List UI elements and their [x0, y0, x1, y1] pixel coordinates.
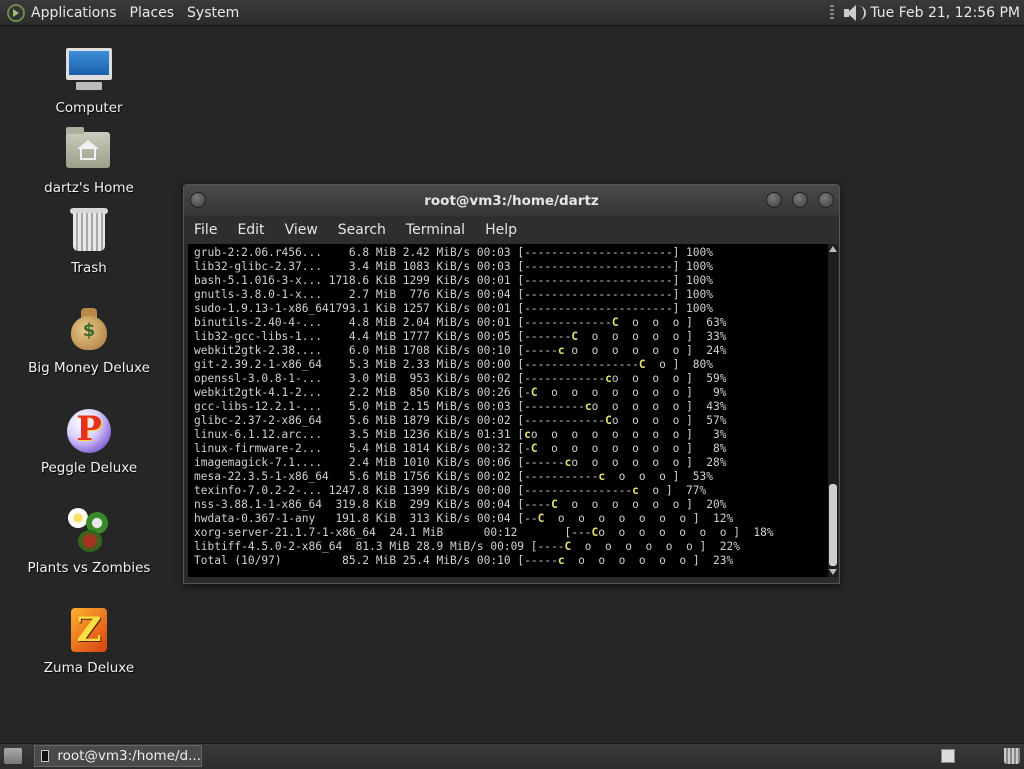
scroll-down-icon[interactable]: [829, 569, 837, 575]
terminal-line: linux-6.1.12.arc... 3.5 MiB 1236 KiB/s 0…: [194, 428, 727, 441]
desktop-icon-label: Big Money Deluxe: [28, 360, 150, 376]
workspace-switcher-icon[interactable]: [941, 749, 955, 763]
desktop-icon-big-money[interactable]: $ Big Money Deluxe: [14, 306, 164, 376]
terminal-line: hwdata-0.367-1-any 191.8 KiB 313 KiB/s 0…: [194, 512, 734, 525]
desktop-icon-label: Trash: [71, 260, 107, 276]
desktop-icon-peggle[interactable]: P Peggle Deluxe: [14, 406, 164, 476]
menu-file[interactable]: File: [194, 222, 217, 238]
computer-icon: [64, 46, 114, 94]
terminal-line: lib32-glibc-2.37... 3.4 MiB 1083 KiB/s 0…: [194, 260, 713, 273]
show-desktop-icon[interactable]: [4, 748, 22, 764]
terminal-line: glibc-2.37-2-x86_64 5.6 MiB 1879 KiB/s 0…: [194, 414, 727, 427]
terminal-menubar: File Edit View Search Terminal Help: [184, 216, 839, 244]
terminal-scrollbar[interactable]: [828, 244, 838, 577]
terminal-text: grub-2:2.06.r456... 6.8 MiB 2.42 MiB/s 0…: [188, 244, 828, 568]
minimize-button[interactable]: [766, 192, 782, 208]
maximize-button[interactable]: [792, 192, 808, 208]
terminal-line: texinfo-7.0.2-2-... 1247.8 KiB 1399 KiB/…: [194, 484, 707, 497]
terminal-line: mesa-22.3.5-1-x86_64 5.6 MiB 1756 KiB/s …: [194, 470, 713, 483]
terminal-output[interactable]: grub-2:2.06.r456... 6.8 MiB 2.42 MiB/s 0…: [188, 244, 828, 577]
terminal-line: binutils-2.40-4-... 4.8 MiB 2.04 MiB/s 0…: [194, 316, 727, 329]
terminal-line: xorg-server-21.1.7-1-x86_64 24.1 MiB 00:…: [194, 526, 774, 539]
terminal-line: linux-firmware-2... 5.4 MiB 1814 KiB/s 0…: [194, 442, 727, 455]
terminal-line: grub-2:2.06.r456... 6.8 MiB 2.42 MiB/s 0…: [194, 246, 713, 259]
menu-edit[interactable]: Edit: [237, 222, 264, 238]
terminal-line: sudo-1.9.13-1-x86_641793.1 KiB 1257 KiB/…: [194, 302, 713, 315]
desktop-icon-plants[interactable]: Plants vs Zombies: [14, 506, 164, 576]
terminal-line: gnutls-3.8.0-1-x... 2.7 MiB 776 KiB/s 00…: [194, 288, 713, 301]
tray: Tue Feb 21, 12:56 PM: [830, 0, 1024, 25]
desktop-icon-label: Plants vs Zombies: [27, 560, 151, 576]
close-button[interactable]: [818, 192, 834, 208]
home-folder-icon: [64, 126, 114, 174]
desktop-icon-label: dartz's Home: [44, 180, 134, 196]
top-panel: Applications Places System Tue Feb 21, 1…: [0, 0, 1024, 26]
terminal-line: nss-3.88.1-1-x86_64 319.8 KiB 299 KiB/s …: [194, 498, 727, 511]
terminal-line: imagemagick-7.1.... 2.4 MiB 1010 KiB/s 0…: [194, 456, 727, 469]
menu-terminal[interactable]: Terminal: [406, 222, 465, 238]
terminal-window[interactable]: root@vm3:/home/dartz File Edit View Sear…: [183, 184, 840, 584]
applications-menu[interactable]: Applications: [31, 5, 117, 21]
clock[interactable]: Tue Feb 21, 12:56 PM: [870, 5, 1020, 21]
places-menu[interactable]: Places: [130, 5, 175, 21]
terminal-line: openssl-3.0.8-1-... 3.0 MiB 953 KiB/s 00…: [194, 372, 727, 385]
terminal-line: lib32-gcc-libs-1... 4.4 MiB 1777 KiB/s 0…: [194, 330, 727, 343]
scroll-up-icon[interactable]: [829, 246, 837, 252]
desktop-icon-zuma[interactable]: Z Zuma Deluxe: [14, 606, 164, 676]
terminal-line: git-2.39.2-1-x86_64 5.3 MiB 2.33 MiB/s 0…: [194, 358, 713, 371]
desktop-icon-label: Computer: [55, 100, 123, 116]
zuma-icon: Z: [64, 606, 114, 654]
terminal-line: bash-5.1.016-3-x... 1718.6 KiB 1299 KiB/…: [194, 274, 713, 287]
plants-icon: [64, 506, 114, 554]
desktop-icon-label: Peggle Deluxe: [40, 460, 138, 476]
distro-logo-icon[interactable]: [7, 3, 25, 22]
terminal-line: webkit2gtk-2.38.... 6.0 MiB 1708 KiB/s 0…: [194, 344, 727, 357]
desktop-icon-label: Zuma Deluxe: [43, 660, 135, 676]
desktop-icon-home[interactable]: dartz's Home: [14, 126, 164, 196]
panel-handle-icon[interactable]: [830, 4, 835, 21]
taskbar-item-terminal[interactable]: root@vm3:/home/d...: [34, 745, 202, 767]
system-menu[interactable]: System: [187, 5, 239, 21]
trash-icon[interactable]: [1004, 748, 1020, 764]
menu-view[interactable]: View: [285, 222, 318, 238]
speaker-icon[interactable]: [842, 3, 867, 23]
terminal-line: webkit2gtk-4.1-2... 2.2 MiB 850 KiB/s 00…: [194, 386, 727, 399]
menu-help[interactable]: Help: [485, 222, 517, 238]
window-title: root@vm3:/home/dartz: [424, 193, 599, 209]
trash-icon: [64, 206, 114, 254]
desktop-icon-trash[interactable]: Trash: [14, 206, 164, 276]
peggle-icon: P: [64, 406, 114, 454]
desktop-icon-computer[interactable]: Computer: [14, 46, 164, 116]
money-bag-icon: $: [64, 306, 114, 354]
bottom-panel: root@vm3:/home/d...: [0, 743, 1024, 769]
window-titlebar[interactable]: root@vm3:/home/dartz: [184, 185, 839, 216]
terminal-line: Total (10/97) 85.2 MiB 25.4 MiB/s 00:10 …: [194, 554, 734, 567]
taskbar-item-label: root@vm3:/home/d...: [57, 748, 201, 764]
terminal-line: libtiff-4.5.0-2-x86_64 81.3 MiB 28.9 MiB…: [194, 540, 740, 553]
scroll-thumb[interactable]: [829, 484, 837, 566]
menu-search[interactable]: Search: [338, 222, 386, 238]
terminal-icon: [41, 750, 50, 762]
terminal-line: gcc-libs-12.2.1-... 5.0 MiB 2.15 MiB/s 0…: [194, 400, 727, 413]
